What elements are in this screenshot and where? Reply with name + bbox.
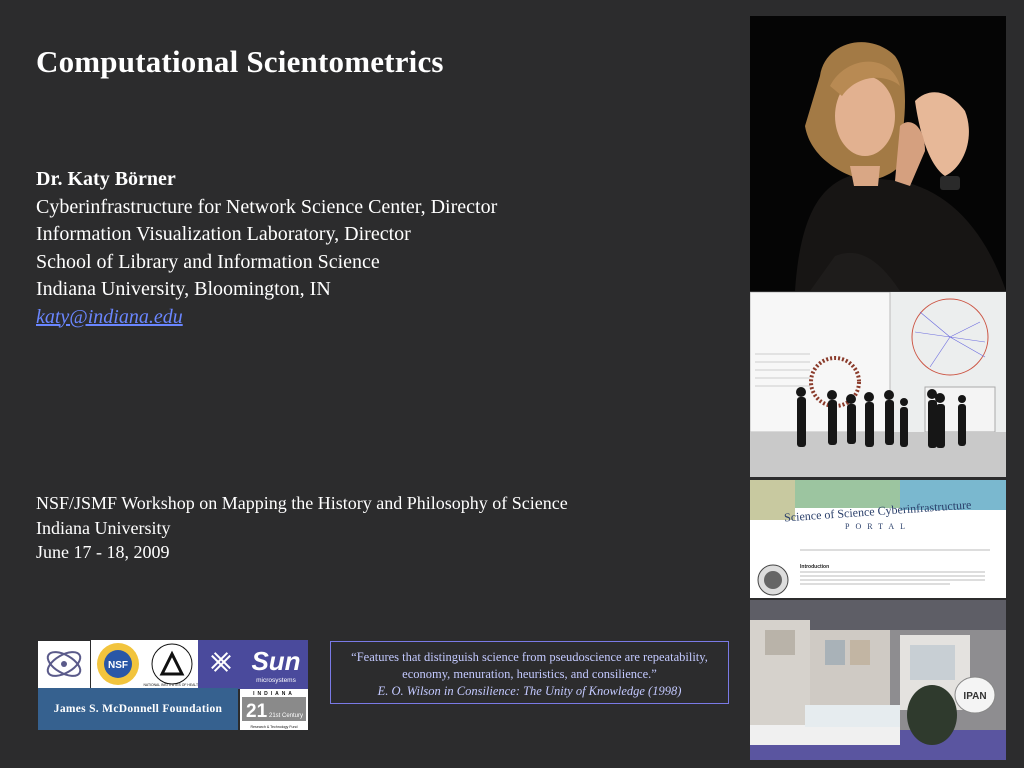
affiliation-line: School of Library and Information Scienc… — [36, 250, 380, 273]
quote-text: “Features that distinguish science from … — [351, 650, 708, 681]
portal-subtitle: PORTAL — [845, 522, 911, 531]
nsf-logo-icon: NSF — [91, 640, 146, 689]
email-link[interactable]: katy@indiana.edu — [36, 306, 183, 328]
slide-title: Computational Scientometrics — [36, 44, 444, 79]
indiana-21st-century-logo-icon: INDIANA 21 21st Century Research & Techn… — [240, 689, 308, 730]
workshop-line: NSF/JSMF Workshop on Mapping the History… — [36, 493, 568, 513]
workshop-block: NSF/JSMF Workshop on Mapping the History… — [36, 491, 568, 565]
portal-screenshot: Science of Science Cyberinfrastructure P… — [750, 480, 1006, 598]
mcdonnell-foundation-logo: James S. McDonnell Foundation — [38, 688, 238, 730]
exhibition-photo: IPAN — [750, 600, 1006, 760]
indiana21-logo-subtext: 21st Century — [269, 713, 303, 719]
nih-logo-icon: NATIONAL INSTITUTES OF HEALTH — [143, 640, 201, 689]
indiana21-logo-subtext2: Research & Technology Fund — [250, 725, 297, 729]
affiliation-line: Indiana University, Bloomington, IN — [36, 278, 331, 300]
affiliation-line: Information Visualization Laboratory, Di… — [36, 223, 411, 245]
svg-text:21: 21 — [246, 701, 268, 722]
cns-logo-icon — [38, 641, 90, 688]
affiliation-line: Cyberinfrastructure for Network Science … — [36, 195, 498, 218]
author-block: Dr. Katy Börner Cyberinfrastructure for … — [36, 166, 497, 331]
portrait-photo — [750, 16, 1006, 291]
expo-sign-text: IPAN — [963, 691, 986, 702]
sun-logo-text: Sun — [251, 646, 300, 676]
quote-box: “Features that distinguish science from … — [330, 641, 729, 704]
quote-citation: E. O. Wilson in Consilience: The Unity o… — [377, 684, 682, 698]
author-name: Dr. Katy Börner — [36, 168, 176, 190]
indiana21-logo-text: INDIANA — [253, 691, 295, 697]
nsf-logo-text: NSF — [108, 660, 128, 671]
portal-intro-heading: Introduction — [800, 564, 829, 570]
workshop-line: June 17 - 18, 2009 — [36, 542, 170, 562]
sun-logo-icon: Sun microsystems — [198, 640, 308, 689]
nih-logo-text: NATIONAL INSTITUTES OF HEALTH — [143, 683, 201, 687]
sun-logo-subtext: microsystems — [256, 677, 296, 684]
visualization-photo — [750, 292, 1006, 477]
workshop-line: Indiana University — [36, 517, 171, 538]
